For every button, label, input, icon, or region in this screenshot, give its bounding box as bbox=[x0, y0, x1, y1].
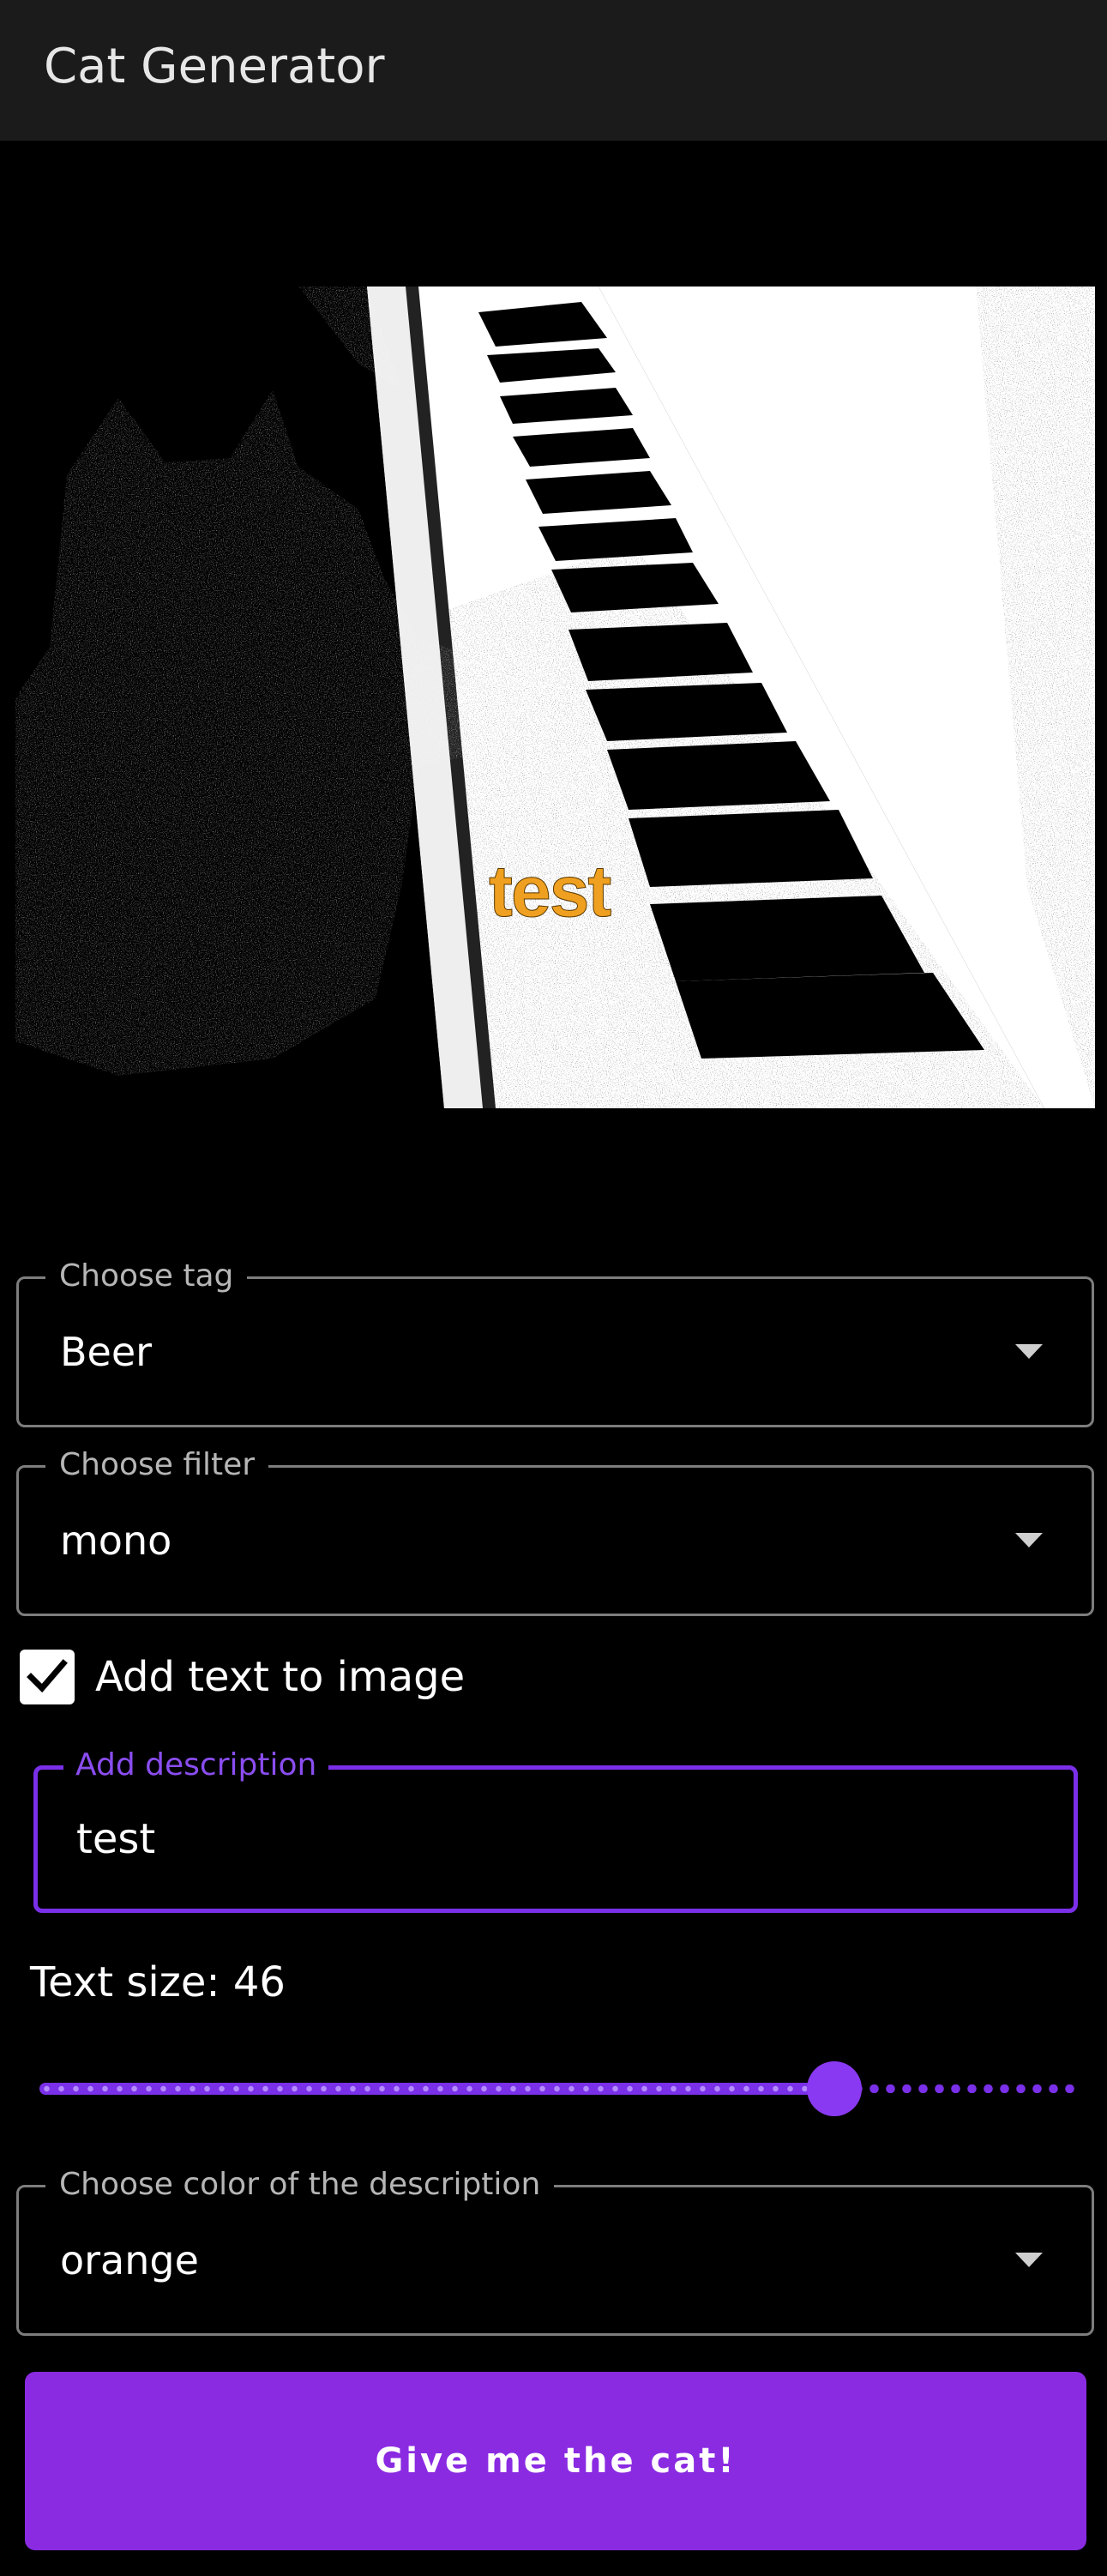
filter-select[interactable]: Choose filter mono bbox=[16, 1445, 1094, 1616]
filter-select-value: mono bbox=[60, 1517, 172, 1564]
slider-track-active[interactable] bbox=[39, 2083, 833, 2095]
dropdown-arrow-icon[interactable] bbox=[1015, 1344, 1043, 1359]
filter-select-label: Choose filter bbox=[45, 1445, 269, 1485]
add-text-checkbox[interactable] bbox=[20, 1650, 75, 1704]
cat-image-preview: test bbox=[15, 287, 1095, 1108]
text-size-label: Text size: 46 bbox=[30, 1958, 286, 2006]
slider-track-inactive[interactable] bbox=[833, 2084, 1075, 2093]
cat-image bbox=[15, 287, 1095, 1108]
color-select-label: Choose color of the description bbox=[45, 2165, 555, 2205]
slider-thumb[interactable] bbox=[807, 2061, 862, 2116]
checkmark-icon bbox=[27, 1659, 68, 1693]
app-bar: Cat Generator bbox=[0, 0, 1107, 141]
dropdown-arrow-icon[interactable] bbox=[1015, 1533, 1043, 1547]
description-input[interactable]: test bbox=[76, 1814, 155, 1864]
add-text-label: Add text to image bbox=[95, 1653, 466, 1701]
tag-select-label: Choose tag bbox=[45, 1257, 248, 1296]
description-field[interactable]: Add description test bbox=[33, 1746, 1078, 1913]
color-select[interactable]: Choose color of the description orange bbox=[16, 2165, 1094, 2336]
give-cat-button[interactable]: Give me the cat! bbox=[25, 2372, 1086, 2550]
tag-select[interactable]: Choose tag Beer bbox=[16, 1257, 1094, 1427]
dropdown-arrow-icon[interactable] bbox=[1015, 2253, 1043, 2267]
tag-select-value: Beer bbox=[60, 1329, 153, 1375]
text-size-slider[interactable] bbox=[36, 2057, 1075, 2121]
app-title: Cat Generator bbox=[44, 39, 385, 94]
image-overlay-text: test bbox=[488, 851, 611, 932]
description-field-label: Add description bbox=[63, 1746, 329, 1785]
color-select-value: orange bbox=[60, 2237, 199, 2283]
